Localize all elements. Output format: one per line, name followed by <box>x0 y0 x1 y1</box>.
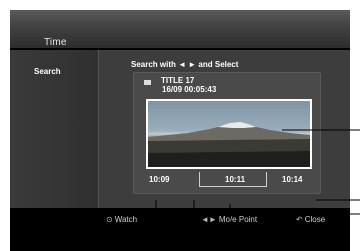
callout-lines <box>155 129 360 251</box>
